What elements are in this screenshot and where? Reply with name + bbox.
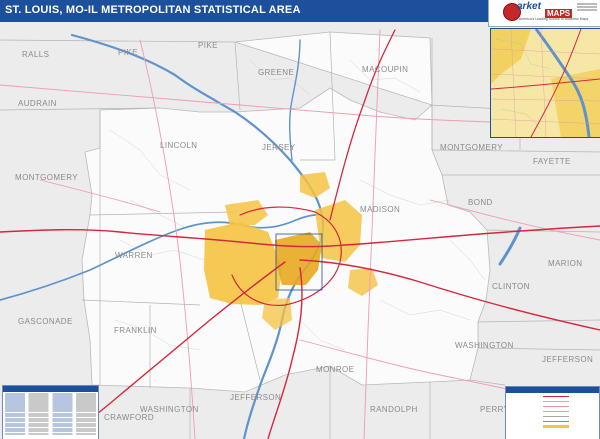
- highway-swatch-icon: [543, 400, 569, 402]
- county-label-bond: BOND: [468, 198, 493, 207]
- map-key-header: [506, 387, 599, 393]
- urban-swatch-icon: [543, 424, 569, 428]
- interstate-swatch-icon: [543, 395, 569, 397]
- county-label-macoupin: MACOUPIN: [362, 65, 408, 74]
- county-label-audrain: AUDRAIN: [18, 99, 57, 108]
- key-row-road: [509, 404, 596, 408]
- brand-side-notes-icon: [577, 3, 597, 11]
- county-label-lincoln: LINCOLN: [160, 141, 197, 150]
- zip-index-row: [5, 432, 96, 435]
- title-bar: ST. LOUIS, MO-IL METROPOLITAN STATISTICA…: [0, 0, 488, 22]
- county-label-montgomery-il: MONTGOMERY: [440, 143, 503, 152]
- county-label-gasconade: GASCONADE: [18, 317, 73, 326]
- map-title: ST. LOUIS, MO-IL METROPOLITAN STATISTICA…: [5, 4, 301, 16]
- county-label-clinton: CLINTON: [492, 282, 530, 291]
- county-swatch-icon: [543, 415, 569, 417]
- zip-swatch-icon: [543, 410, 569, 412]
- county-label-washington-il: WASHINGTON: [455, 341, 514, 350]
- county-label-monroe: MONROE: [316, 365, 354, 374]
- county-label-randolph: RANDOLPH: [370, 405, 418, 414]
- county-label-madison: MADISON: [360, 205, 400, 214]
- county-label-fayette: FAYETTE: [533, 157, 571, 166]
- county-label-greene: GREENE: [258, 68, 294, 77]
- county-label-marion: MARION: [548, 259, 582, 268]
- county-label-pike-mo: PIKE: [118, 48, 138, 57]
- road-swatch-icon: [543, 405, 569, 407]
- inset-map: [490, 28, 600, 138]
- county-label-pike-il: PIKE: [198, 41, 218, 50]
- brand-market-text: arket: [517, 1, 541, 12]
- county-label-ralls: RALLS: [22, 50, 49, 59]
- key-row-urban: [509, 424, 596, 428]
- county-label-crawford: CRAWFORD: [104, 413, 154, 422]
- zip-index-rows: [3, 392, 98, 436]
- county-label-jefferson-il: JEFFERSON: [542, 355, 593, 364]
- map-root: RALLS PIKE PIKE AUDRAIN GREENE MACOUPIN …: [0, 0, 600, 439]
- brand-tagline: America's Leading Source of Business Map…: [519, 17, 589, 21]
- water-swatch-icon: [543, 420, 569, 422]
- county-label-jersey: JERSEY: [262, 143, 296, 152]
- brand-logo: arket MAPS America's Leading Source of B…: [488, 0, 600, 27]
- inset-map-canvas: [491, 29, 600, 137]
- county-label-warren: WARREN: [115, 251, 153, 260]
- county-label-jefferson-mo: JEFFERSON: [230, 393, 281, 402]
- key-row-water: [509, 419, 596, 423]
- county-label-montgomery-mo: MONTGOMERY: [15, 173, 78, 182]
- key-row-interstate: [509, 394, 596, 398]
- map-key-panel: [505, 386, 600, 439]
- key-row-highway: [509, 399, 596, 403]
- key-row-county: [509, 414, 596, 418]
- key-row-zip: [509, 409, 596, 413]
- county-label-franklin: FRANKLIN: [114, 326, 157, 335]
- zip-index-panel: [2, 385, 99, 439]
